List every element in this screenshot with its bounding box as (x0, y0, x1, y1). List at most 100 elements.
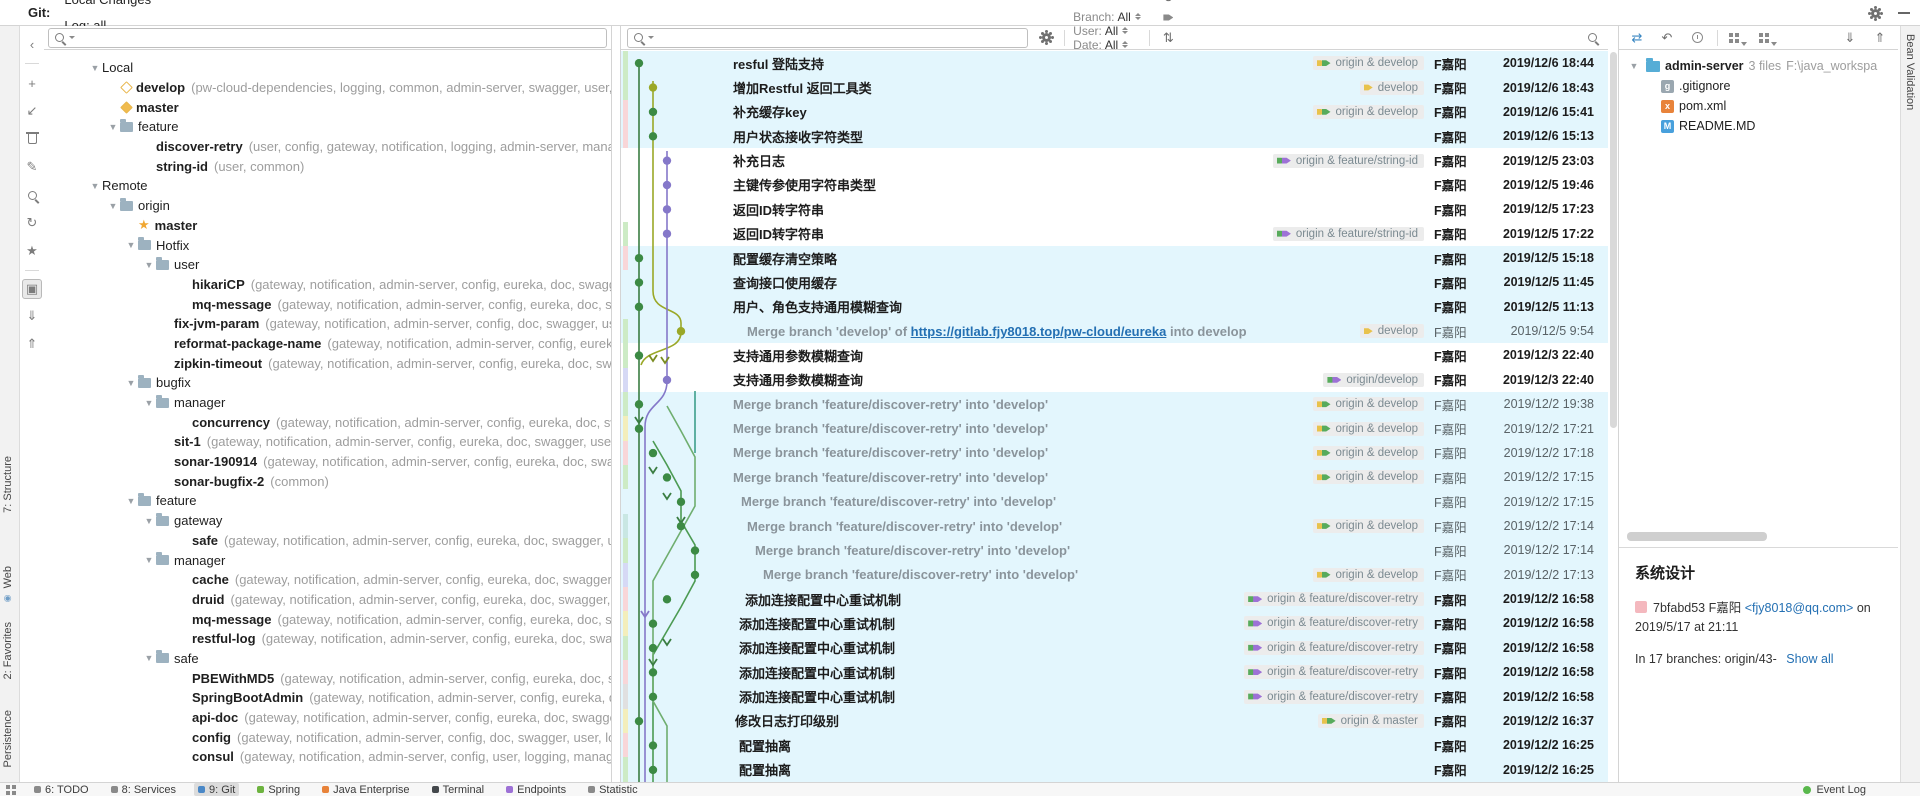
expand-arrow-icon[interactable]: ▼ (106, 122, 120, 132)
collapse-all-icon[interactable]: ⇑ (1870, 28, 1890, 48)
expand-arrow-icon[interactable]: ▼ (1627, 61, 1641, 71)
branch-tree-row[interactable]: ▼ develop (pw-cloud-dependencies, loggin… (44, 78, 611, 98)
commit-row[interactable]: resful 登陆支持 origin & develop F嘉阳 2019/12… (621, 51, 1608, 75)
search-icon[interactable] (22, 184, 42, 206)
branch-tree-row[interactable]: ▼ bugfix (44, 373, 611, 393)
event-log-button[interactable]: Event Log (1803, 784, 1866, 796)
branch-tree-row[interactable]: ▼ restful-log (gateway, notification, ad… (44, 629, 611, 649)
commit-row[interactable]: 支持通用参数模糊查询 origin/develop F嘉阳 2019/12/3 … (621, 368, 1608, 392)
favorite-icon[interactable]: ★ (22, 240, 42, 262)
commit-row[interactable]: Merge branch 'feature/discover-retry' in… (621, 538, 1608, 562)
changed-files-group[interactable]: ▼ admin-server 3 files F:\java_workspa (1619, 56, 1898, 76)
branch-tree-row[interactable]: ▼ safe (44, 649, 611, 669)
log-filter[interactable]: User:All (1073, 24, 1141, 38)
commit-message-link[interactable]: https://gitlab.fjy8018.top/pw-cloud/eure… (911, 324, 1167, 339)
log-search-input[interactable] (659, 31, 1021, 45)
branch-tree-row[interactable]: ▼ safe (gateway, notification, admin-ser… (44, 531, 611, 551)
status-bar-tab[interactable]: Endpoints (502, 783, 570, 796)
collapse-all-icon[interactable]: ⇑ (22, 333, 42, 355)
status-bar-tab[interactable]: Statistic (584, 783, 642, 796)
find-icon[interactable] (1582, 28, 1602, 48)
horizontal-scrollbar-thumb[interactable] (1627, 532, 1767, 541)
expand-arrow-icon[interactable]: ▼ (88, 63, 102, 73)
expand-arrow-icon[interactable]: ▼ (142, 555, 156, 565)
back-icon[interactable]: ‹ (22, 33, 42, 55)
group-by-icon[interactable] (1728, 28, 1748, 48)
commit-row[interactable]: 修改日志打印级别 origin & master F嘉阳 2019/12/2 1… (621, 709, 1608, 733)
commit-row[interactable]: Merge branch 'feature/discover-retry' in… (621, 441, 1608, 465)
jump-to-source-icon[interactable]: ⇄ (1627, 28, 1647, 48)
commit-row[interactable]: Merge branch 'feature/discover-retry' in… (621, 563, 1608, 587)
branch-tree-row[interactable]: ▼ mq-message (gateway, notification, adm… (44, 294, 611, 314)
settings-gear-icon[interactable] (1871, 9, 1880, 18)
branch-tree-row[interactable]: ▼ SpringBootAdmin (gateway, notification… (44, 688, 611, 708)
expand-all-icon[interactable]: ⇓ (22, 305, 42, 327)
edit-icon[interactable]: ✎ (22, 156, 42, 178)
commit-row[interactable]: Merge branch 'feature/discover-retry' in… (621, 514, 1608, 538)
rollback-icon[interactable]: ↶ (1657, 28, 1677, 48)
expand-arrow-icon[interactable]: ▼ (142, 260, 156, 270)
branch-tree-row[interactable]: ▼ feature (44, 491, 611, 511)
branch-tree-row[interactable]: ▼ feature (44, 117, 611, 137)
branch-tree-row[interactable]: ▼ PBEWithMD5 (gateway, notification, adm… (44, 668, 611, 688)
branches-search-input[interactable] (80, 31, 600, 45)
changed-file-row[interactable]: M README.MD (1619, 116, 1898, 136)
expand-arrow-icon[interactable]: ▼ (142, 516, 156, 526)
branch-tree-row[interactable]: ▼ consul (gateway, notification, admin-s… (44, 747, 611, 767)
log-scrollbar-thumb[interactable] (1610, 52, 1617, 428)
commit-row[interactable]: 配置抽离 F嘉阳 2019/12/2 16:25 (621, 733, 1608, 757)
commit-row[interactable]: Merge branch 'feature/discover-retry' in… (621, 416, 1608, 440)
branch-tree-row[interactable]: ▼ sonar-bugfix-2 (common) (44, 471, 611, 491)
branch-tree-row[interactable]: ▼ manager (44, 393, 611, 413)
branch-tree-row[interactable]: ▼ origin (44, 196, 611, 216)
commit-row[interactable]: 添加连接配置中心重试机制 origin & feature/discover-r… (621, 611, 1608, 635)
checkout-icon[interactable]: ↙ (22, 100, 42, 122)
tool-window-stripe-button[interactable]: ◉ 2: Favorites (2, 622, 14, 679)
commit-row[interactable]: Merge branch 'feature/discover-retry' in… (621, 489, 1608, 513)
commit-row[interactable]: Merge branch 'feature/discover-retry' in… (621, 465, 1608, 489)
refresh-icon[interactable]: ↻ (22, 212, 42, 234)
group-by-directory-icon[interactable]: ▣ (22, 279, 42, 299)
branch-tree-row[interactable]: ▼ manager (44, 550, 611, 570)
tool-window-stripe-button[interactable]: Bean Validation (1904, 34, 1916, 110)
branch-tree-row[interactable]: ▼ config (gateway, notification, admin-s… (44, 727, 611, 747)
author-email-link[interactable]: <fjy8018@qq.com> (1745, 601, 1854, 615)
expand-arrow-icon[interactable]: ▼ (124, 378, 138, 388)
branch-tree-row[interactable]: ▼ master (44, 97, 611, 117)
tool-window-stripe-button[interactable]: ◉ 7: Structure (2, 456, 14, 513)
commit-row[interactable]: 增加Restful 返回工具类 develop F嘉阳 2019/12/6 18… (621, 75, 1608, 99)
expand-arrow-icon[interactable]: ▼ (106, 201, 120, 211)
tool-window-stripe-button[interactable]: ◉ Web (2, 566, 14, 602)
tab[interactable]: Local Changes (50, 0, 165, 13)
changed-file-row[interactable]: g .gitignore (1619, 76, 1898, 96)
tool-window-switcher-icon[interactable] (6, 785, 16, 795)
branch-tree-row[interactable]: ▼ Local (44, 58, 611, 78)
tool-window-stripe-button[interactable]: ◉ Persistence (2, 710, 14, 767)
branch-tree-row[interactable]: ▼ Hotfix (44, 235, 611, 255)
commit-row[interactable]: 配置缓存清空策略 F嘉阳 2019/12/5 15:18 (621, 246, 1608, 270)
commit-row[interactable]: 添加连接配置中心重试机制 origin & feature/discover-r… (621, 636, 1608, 660)
branch-tree-row[interactable]: ▼ user (44, 255, 611, 275)
flatten-packages-icon[interactable] (1758, 28, 1778, 48)
expand-all-icon[interactable]: ⇓ (1840, 28, 1860, 48)
expand-arrow-icon[interactable]: ▼ (142, 398, 156, 408)
branch-tree-row[interactable]: ▼ Remote (44, 176, 611, 196)
branch-tree-row[interactable]: ▼ concurrency (gateway, notification, ad… (44, 412, 611, 432)
branch-tree-row[interactable]: ▼ discover-retry (user, config, gateway,… (44, 137, 611, 157)
commit-row[interactable]: 用户、角色支持通用模糊查询 F嘉阳 2019/12/5 11:13 (621, 295, 1608, 319)
branch-tree-row[interactable]: ▼ fix-jvm-param (gateway, notification, … (44, 314, 611, 334)
match-settings-gear-icon[interactable] (1036, 28, 1056, 48)
commit-row[interactable]: 添加连接配置中心重试机制 origin & feature/discover-r… (621, 587, 1608, 611)
branch-tree-row[interactable]: ▼ ★ master (44, 216, 611, 236)
refresh-icon[interactable]: ↻ (1158, 0, 1179, 8)
commit-row[interactable]: 配置抽离 F嘉阳 2019/12/2 16:25 (621, 757, 1608, 781)
commit-row[interactable]: 补充日志 origin & feature/string-id F嘉阳 2019… (621, 148, 1608, 172)
branch-tree-row[interactable]: ▼ cache (gateway, notification, admin-se… (44, 570, 611, 590)
search-history-caret-icon[interactable] (648, 36, 654, 39)
show-all-link[interactable]: Show all (1786, 652, 1833, 666)
log-search-box[interactable] (627, 28, 1028, 48)
delete-icon[interactable] (22, 128, 42, 150)
commit-row[interactable]: 用户状态接收字符类型 F嘉阳 2019/12/6 15:13 (621, 124, 1608, 148)
commit-row[interactable]: 添加连接配置中心重试机制 origin & feature/discover-r… (621, 684, 1608, 708)
commit-row[interactable]: 查询接口使用缓存 F嘉阳 2019/12/5 11:45 (621, 270, 1608, 294)
